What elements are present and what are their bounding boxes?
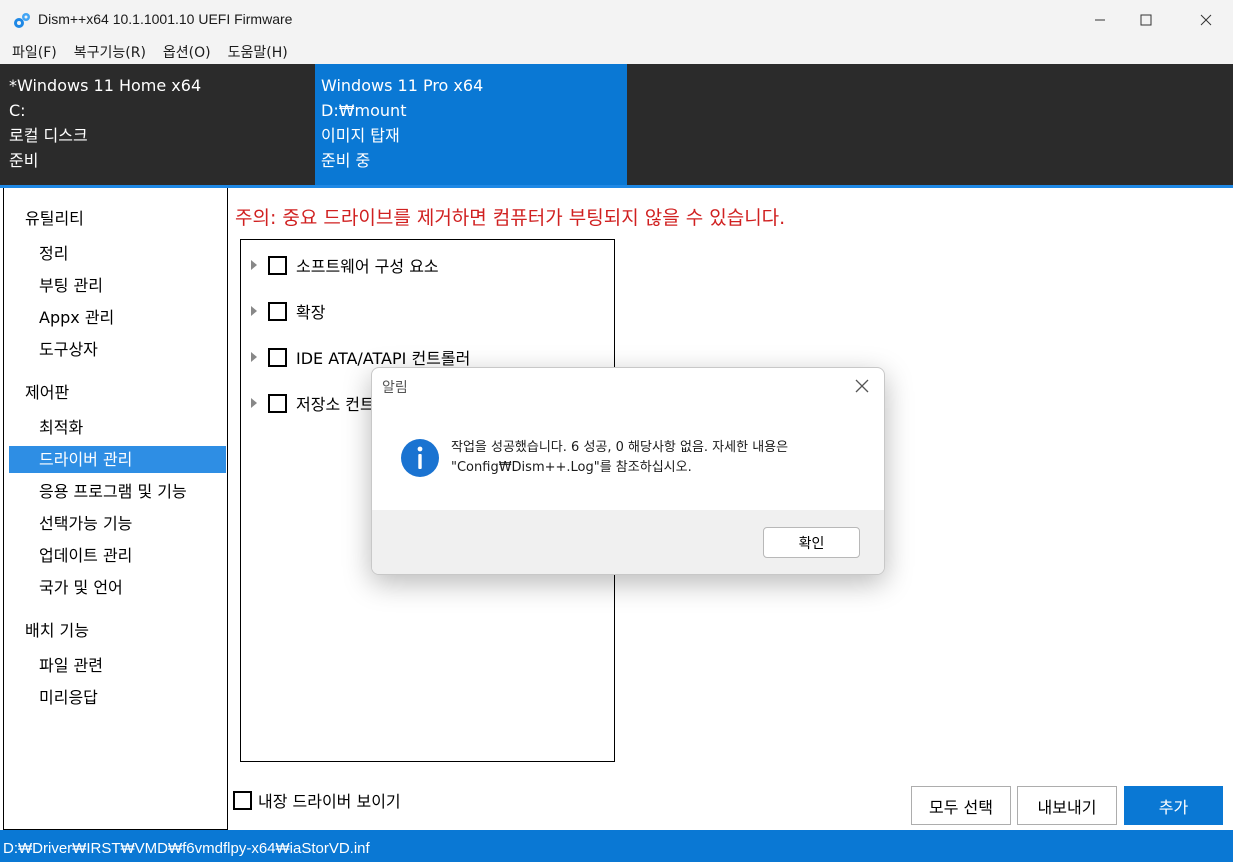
session-status: 준비 bbox=[9, 151, 39, 170]
session-pro[interactable]: Windows 11 Pro x64 D:₩mount 이미지 탑재 준비 중 bbox=[315, 64, 627, 185]
minimize-button[interactable] bbox=[1074, 0, 1126, 40]
sidebar-group-batch: 배치 기능 bbox=[25, 621, 89, 640]
show-builtin-toggle[interactable]: 내장 드라이버 보이기 bbox=[233, 788, 401, 812]
maximize-icon bbox=[1140, 14, 1152, 26]
menu-options[interactable]: 옵션(O) bbox=[163, 42, 211, 62]
sidebar-group-utilities: 유틸리티 bbox=[25, 209, 84, 228]
tree-checkbox[interactable] bbox=[268, 393, 287, 413]
sidebar: 유틸리티 정리 부팅 관리 Appx 관리 도구상자 제어판 최적화 드라이버 … bbox=[3, 188, 228, 830]
tree-row[interactable]: IDE ATA/ATAPI 컨트롤러 bbox=[251, 346, 470, 368]
tree-row[interactable]: 소프트웨어 구성 요소 bbox=[251, 254, 439, 276]
dialog-message-line2: "Config₩Dism++.Log"를 참조하십시오. bbox=[451, 460, 692, 475]
expand-triangle-icon[interactable] bbox=[251, 352, 257, 362]
sidebar-item-updates[interactable]: 업데이트 관리 bbox=[9, 542, 226, 569]
menu-recovery[interactable]: 복구기능(R) bbox=[74, 42, 146, 62]
ok-button[interactable]: 확인 bbox=[763, 527, 860, 558]
warning-text: 주의: 중요 드라이브를 제거하면 컴퓨터가 부팅되지 않을 수 있습니다. bbox=[235, 207, 786, 229]
sidebar-item-boot[interactable]: 부팅 관리 bbox=[9, 272, 226, 299]
close-icon bbox=[1200, 14, 1212, 26]
session-status: 준비 중 bbox=[321, 151, 371, 170]
add-button[interactable]: 추가 bbox=[1124, 786, 1223, 825]
expand-triangle-icon[interactable] bbox=[251, 306, 257, 316]
session-name: *Windows 11 Home x64 bbox=[9, 76, 202, 95]
tree-checkbox[interactable] bbox=[268, 301, 287, 321]
sidebar-item-drivers[interactable]: 드라이버 관리 bbox=[9, 446, 226, 473]
export-button[interactable]: 내보내기 bbox=[1017, 786, 1117, 825]
session-type: 이미지 탑재 bbox=[321, 126, 400, 145]
sidebar-item-language[interactable]: 국가 및 언어 bbox=[9, 574, 226, 601]
session-path: D:₩mount bbox=[321, 101, 407, 120]
sidebar-item-files[interactable]: 파일 관련 bbox=[9, 652, 226, 679]
tree-label: 소프트웨어 구성 요소 bbox=[296, 257, 439, 276]
tree-label: 확장 bbox=[296, 303, 326, 322]
close-button[interactable] bbox=[1180, 0, 1232, 40]
info-icon bbox=[401, 439, 439, 477]
notification-dialog: 알림 작업을 성공했습니다. 6 성공, 0 해당사항 없음. 자세한 내용은 … bbox=[371, 367, 885, 575]
gear-icon bbox=[14, 13, 30, 28]
sidebar-item-optional-features[interactable]: 선택가능 기능 bbox=[9, 510, 226, 537]
tree-row[interactable]: 저장소 컨트 bbox=[251, 392, 375, 414]
tree-checkbox[interactable] bbox=[268, 347, 287, 367]
sidebar-item-apps[interactable]: 응용 프로그램 및 기능 bbox=[9, 478, 226, 505]
dialog-body: 작업을 성공했습니다. 6 성공, 0 해당사항 없음. 자세한 내용은 "Co… bbox=[372, 406, 884, 510]
sidebar-item-optimize[interactable]: 최적화 bbox=[9, 414, 226, 441]
tree-label: 저장소 컨트 bbox=[296, 395, 375, 414]
expand-triangle-icon[interactable] bbox=[251, 260, 257, 270]
sidebar-item-answer[interactable]: 미리응답 bbox=[9, 684, 226, 711]
sidebar-item-appx[interactable]: Appx 관리 bbox=[9, 304, 226, 331]
sidebar-item-cleanup[interactable]: 정리 bbox=[9, 240, 226, 267]
dialog-title: 알림 bbox=[382, 380, 408, 396]
dialog-message-line1: 작업을 성공했습니다. 6 성공, 0 해당사항 없음. 자세한 내용은 bbox=[451, 440, 789, 455]
dialog-close-icon[interactable] bbox=[852, 376, 872, 396]
session-name: Windows 11 Pro x64 bbox=[321, 76, 484, 95]
tree-row[interactable]: 확장 bbox=[251, 300, 325, 322]
maximize-button[interactable] bbox=[1120, 0, 1172, 40]
expand-triangle-icon[interactable] bbox=[251, 398, 257, 408]
session-type: 로컬 디스크 bbox=[9, 126, 88, 145]
sidebar-group-control-panel: 제어판 bbox=[25, 383, 70, 402]
sidebar-item-toolbox[interactable]: 도구상자 bbox=[9, 336, 226, 363]
dialog-footer: 확인 bbox=[372, 510, 884, 574]
tree-label: IDE ATA/ATAPI 컨트롤러 bbox=[296, 349, 471, 368]
dialog-message: 작업을 성공했습니다. 6 성공, 0 해당사항 없음. 자세한 내용은 "Co… bbox=[451, 438, 788, 478]
window-title: Dism++x64 10.1.1001.10 UEFI Firmware bbox=[38, 11, 293, 27]
menu-file[interactable]: 파일(F) bbox=[12, 42, 57, 62]
session-home[interactable]: *Windows 11 Home x64 C: 로컬 디스크 준비 bbox=[0, 64, 315, 185]
tree-checkbox[interactable] bbox=[268, 255, 287, 275]
session-path: C: bbox=[9, 101, 26, 120]
show-builtin-checkbox[interactable] bbox=[233, 790, 252, 810]
menu-help[interactable]: 도움말(H) bbox=[228, 42, 288, 62]
status-bar: D:₩Driver₩IRST₩VMD₩f6vmdflpy-x64₩iaStorV… bbox=[0, 830, 1233, 862]
show-builtin-label: 내장 드라이버 보이기 bbox=[258, 792, 401, 811]
select-all-button[interactable]: 모두 선택 bbox=[911, 786, 1011, 825]
minimize-icon bbox=[1095, 19, 1105, 21]
menu-bar: 파일(F) 복구기능(R) 옵션(O) 도움말(H) bbox=[0, 40, 1233, 64]
